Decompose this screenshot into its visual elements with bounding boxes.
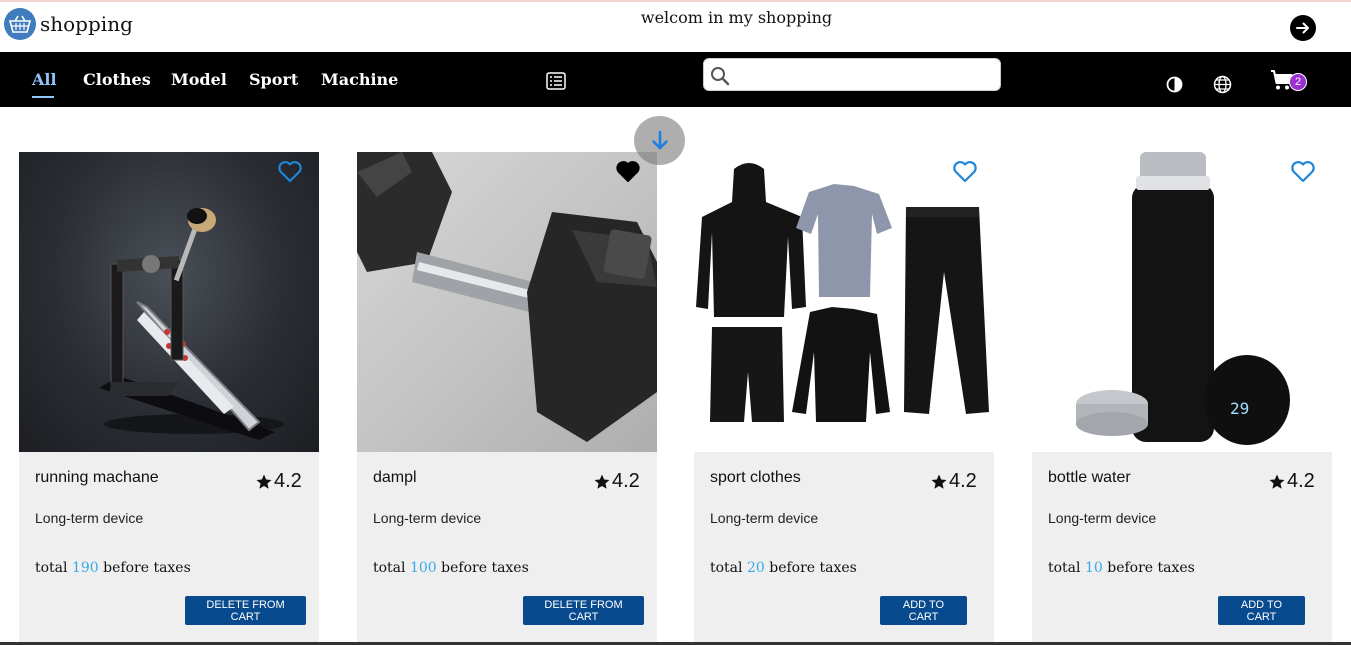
product-total: total 20 before taxes (710, 560, 857, 576)
total-prefix: total (35, 560, 72, 576)
dumbbell-image (357, 152, 657, 442)
product-total: total 100 before taxes (373, 560, 529, 576)
product-total: total 10 before taxes (1048, 560, 1195, 576)
rating-value: 4.2 (612, 470, 640, 492)
cart-count-badge: 2 (1289, 73, 1307, 91)
product-rating: 4.2 (593, 470, 640, 493)
product-rating: 4.2 (255, 470, 302, 493)
total-prefix: total (710, 560, 747, 576)
product-card: sport clothes 4.2 Long-term device total… (694, 152, 994, 645)
drum-pedal-image (99, 208, 284, 440)
product-price: 190 (71, 560, 99, 576)
globe-icon[interactable] (1213, 75, 1232, 99)
product-image[interactable] (357, 152, 657, 452)
rating-value: 4.2 (1287, 470, 1315, 492)
nav-item-sport[interactable]: Sport (249, 70, 298, 89)
search-input[interactable] (734, 63, 994, 87)
add-to-cart-button[interactable]: ADD TO CART (880, 596, 967, 625)
svg-text:29: 29 (1230, 399, 1249, 418)
add-to-cart-button[interactable]: ADD TO CART (1218, 596, 1305, 625)
thermos-bottle-image: 29 (1076, 152, 1290, 445)
star-icon (931, 474, 947, 489)
product-name: sport clothes (710, 469, 801, 486)
product-name: dampl (373, 469, 417, 486)
heart-outline-icon[interactable] (952, 160, 978, 189)
total-prefix: total (373, 560, 410, 576)
product-card: running machane 4.2 Long-term device tot… (19, 152, 319, 645)
heart-filled-icon[interactable] (615, 160, 641, 189)
rating-value: 4.2 (949, 470, 977, 492)
total-prefix: total (1048, 560, 1085, 576)
search-box (703, 58, 1001, 91)
product-name: running machane (35, 469, 159, 486)
product-description: Long-term device (710, 510, 819, 526)
heart-outline-icon[interactable] (277, 160, 303, 189)
total-suffix: before taxes (1102, 560, 1195, 576)
delete-from-cart-button[interactable]: DELETE FROM CART (523, 596, 644, 625)
active-tab-indicator (32, 96, 54, 98)
product-price: 20 (746, 560, 765, 576)
product-description: Long-term device (373, 510, 482, 526)
product-price: 100 (409, 560, 437, 576)
delete-from-cart-button[interactable]: DELETE FROM CART (185, 596, 306, 625)
nav-item-clothes[interactable]: Clothes (83, 70, 151, 89)
scroll-down-button[interactable] (634, 116, 685, 165)
product-name: bottle water (1048, 469, 1131, 486)
heart-outline-icon[interactable] (1290, 160, 1316, 189)
product-image[interactable]: 29 (1032, 152, 1332, 452)
total-suffix: before taxes (436, 560, 529, 576)
product-image[interactable] (694, 152, 994, 452)
star-icon (256, 474, 272, 489)
product-image[interactable] (19, 152, 319, 452)
product-rating: 4.2 (1268, 470, 1315, 493)
sport-clothes-image (696, 163, 989, 422)
navbar: All Clothes Model Sport Machine 2 (0, 52, 1351, 107)
rating-value: 4.2 (274, 470, 302, 492)
product-description: Long-term device (35, 510, 144, 526)
total-suffix: before taxes (764, 560, 857, 576)
nav-item-model[interactable]: Model (171, 70, 227, 89)
search-icon (710, 66, 730, 91)
product-rating: 4.2 (930, 470, 977, 493)
product-price: 10 (1084, 560, 1103, 576)
header: shopping welcom in my shopping (0, 2, 1351, 52)
product-total: total 190 before taxes (35, 560, 191, 576)
nav-item-machine[interactable]: Machine (321, 70, 398, 89)
welcome-text: welcom in my shopping (640, 8, 833, 27)
list-icon[interactable] (546, 72, 566, 95)
product-description: Long-term device (1048, 510, 1157, 526)
star-icon (594, 474, 610, 489)
contrast-icon[interactable] (1166, 76, 1183, 98)
star-icon (1269, 474, 1285, 489)
arrow-right-circle-icon[interactable] (1290, 15, 1316, 41)
product-card: dampl 4.2 Long-term device total 100 bef… (357, 152, 657, 645)
arrow-down-icon (651, 130, 668, 149)
total-suffix: before taxes (98, 560, 191, 576)
product-card: 29 bottle water 4.2 Long-term device tot… (1032, 152, 1332, 645)
nav-item-all[interactable]: All (32, 70, 57, 89)
